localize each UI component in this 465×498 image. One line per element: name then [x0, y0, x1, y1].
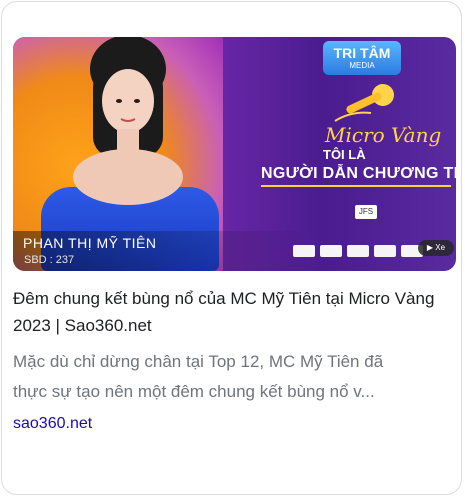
micro-vang-title: Micro Vàng — [325, 123, 442, 147]
person-name: PHAN THỊ MỸ TIÊN — [23, 235, 157, 251]
result-title-link[interactable]: Đêm chung kết bùng nổ của MC Mỹ Tiên tại… — [13, 285, 453, 339]
microphone-icon — [334, 84, 394, 122]
contestant-number: SBD : 237 — [24, 254, 75, 266]
description-line-1: Mặc dù chỉ dừng chân tại Top 12, MC Mỹ T… — [13, 352, 384, 371]
sponsor-logo — [374, 245, 396, 257]
host-tagline: NGƯỜI DẪN CHƯƠNG TRÌNH — [261, 165, 456, 182]
sponsor-logo — [320, 245, 342, 257]
result-description: Mặc dù chỉ dừng chân tại Top 12, MC Mỹ T… — [13, 347, 453, 407]
sponsor-logo — [347, 245, 369, 257]
description-line-2: thực sự tạo nên một đêm chung kết bùng n… — [13, 382, 375, 401]
sponsor-logos — [293, 245, 423, 257]
sponsor-logo — [293, 245, 315, 257]
toi-la-text: TÔI LÀ — [323, 147, 366, 162]
source-link[interactable]: sao360.net — [13, 415, 92, 433]
jfs-logo: JFS — [355, 205, 377, 219]
tri-tam-media-logo: TRI TÂM MEDIA — [323, 41, 401, 75]
result-thumbnail[interactable]: PHAN THỊ MỸ TIÊN SBD : 237 TRI TÂM MEDIA… — [13, 37, 456, 271]
badge-text: Xe — [435, 243, 446, 252]
gold-divider — [261, 185, 451, 187]
logo-sub-text: MEDIA — [349, 61, 375, 70]
video-badge: ▶ Xe — [418, 240, 454, 256]
search-result-card[interactable]: PHAN THỊ MỸ TIÊN SBD : 237 TRI TÂM MEDIA… — [1, 1, 462, 495]
logo-main-text: TRI TÂM — [333, 45, 391, 61]
